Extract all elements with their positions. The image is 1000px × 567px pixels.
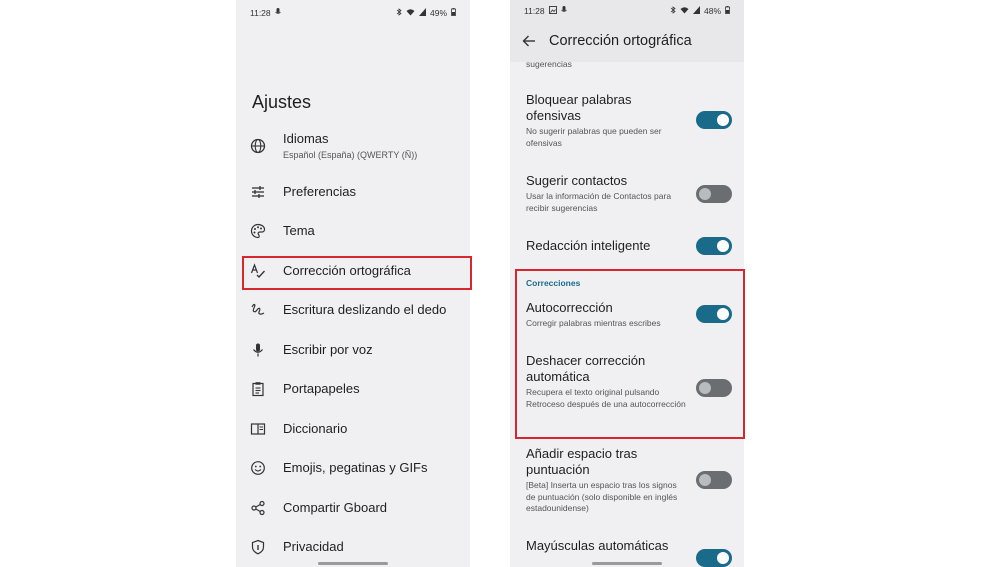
toggle-suggest-contacts[interactable]: [696, 185, 732, 203]
setting-suggest-contacts[interactable]: Sugerir contactos Usar la información de…: [526, 173, 686, 214]
status-bar: 11:28 48%: [510, 0, 744, 22]
shield-icon: [250, 539, 266, 555]
toggle-block-offensive[interactable]: [696, 111, 732, 129]
settings-item-label: Diccionario: [283, 421, 348, 436]
bluetooth-icon: [396, 8, 402, 18]
settings-item-languages[interactable]: Idiomas Español (España) (QWERTY (Ñ)): [236, 126, 470, 166]
sliders-icon: [250, 184, 266, 200]
settings-item-share[interactable]: Compartir Gboard: [236, 488, 470, 528]
settings-item-privacy[interactable]: Privacidad: [236, 527, 470, 567]
setting-desc: [Beta] Inserta un espacio tras los signo…: [526, 480, 678, 513]
settings-item-sub: Español (España) (QWERTY (Ñ)): [283, 150, 418, 160]
settings-item-label: Idiomas: [283, 131, 329, 146]
setting-title: Mayúsculas automáticas: [526, 538, 669, 553]
status-time: 11:28: [524, 6, 545, 16]
wifi-icon: [406, 8, 415, 18]
settings-item-label: Preferencias: [283, 184, 356, 199]
globe-icon: [250, 138, 266, 154]
battery-icon: [725, 6, 730, 16]
setting-title: Añadir espacio tras puntuación: [526, 446, 638, 477]
settings-item-preferences[interactable]: Preferencias: [236, 172, 470, 212]
setting-desc: No sugerir palabras que pueden ser ofens…: [526, 126, 662, 148]
highlight-box: [242, 256, 472, 290]
bluetooth-icon: [670, 6, 676, 16]
settings-item-dictionary[interactable]: Diccionario: [236, 409, 470, 449]
toggle-space-after-punctuation[interactable]: [696, 471, 732, 489]
battery-level: 48%: [703, 6, 721, 16]
book-icon: [250, 421, 266, 437]
settings-item-label: Emojis, pegatinas y GIFs: [283, 460, 428, 475]
signal-icon: [418, 8, 426, 18]
clipped-description: sugerencias: [526, 59, 572, 69]
mic-status-icon: [560, 6, 567, 16]
app-bar: Corrección ortográfica: [510, 22, 744, 62]
settings-item-clipboard[interactable]: Portapapeles: [236, 369, 470, 409]
image-status-icon: [548, 6, 557, 16]
highlight-box: [515, 269, 745, 439]
back-arrow-icon[interactable]: [522, 34, 536, 48]
settings-item-emoji[interactable]: Emojis, pegatinas y GIFs: [236, 448, 470, 488]
smiley-icon: [250, 460, 266, 476]
gesture-bar[interactable]: [318, 562, 388, 565]
settings-item-label: Privacidad: [283, 539, 344, 554]
clipboard-icon: [250, 381, 266, 397]
signal-icon: [692, 6, 700, 16]
settings-item-label: Compartir Gboard: [283, 500, 388, 515]
setting-title: Bloquear palabras ofensivas: [526, 92, 632, 123]
settings-item-label: Escribir por voz: [283, 342, 373, 357]
gesture-icon: [250, 302, 266, 318]
status-bar: 11:28 49%: [250, 7, 456, 19]
page-title: Corrección ortográfica: [549, 33, 692, 49]
settings-item-label: Tema: [283, 223, 315, 238]
toggle-smart-compose[interactable]: [696, 237, 732, 255]
share-icon: [250, 500, 266, 516]
setting-title: Redacción inteligente: [526, 238, 651, 253]
gesture-bar[interactable]: [592, 562, 662, 565]
setting-block-offensive[interactable]: Bloquear palabras ofensivas No sugerir p…: [526, 92, 686, 149]
setting-desc: Usar la información de Contactos para re…: [526, 191, 672, 213]
setting-title: Sugerir contactos: [526, 173, 628, 188]
page-title: Ajustes: [252, 92, 312, 112]
wifi-icon: [680, 6, 689, 16]
setting-auto-capitalization[interactable]: Mayúsculas automáticas: [526, 538, 686, 554]
battery-level: 49%: [429, 8, 447, 18]
settings-item-glide-typing[interactable]: Escritura deslizando el dedo: [236, 290, 470, 330]
setting-smart-compose[interactable]: Redacción inteligente: [526, 238, 686, 254]
palette-icon: [250, 223, 266, 239]
settings-item-theme[interactable]: Tema: [236, 211, 470, 251]
mic-icon: [250, 342, 266, 358]
battery-icon: [451, 8, 456, 18]
toggle-auto-capitalization[interactable]: [696, 549, 732, 567]
settings-item-label: Portapapeles: [283, 381, 360, 396]
settings-item-label: Escritura deslizando el dedo: [283, 302, 447, 317]
settings-item-voice-typing[interactable]: Escribir por voz: [236, 330, 470, 370]
status-time: 11:28: [250, 8, 271, 18]
mic-status-icon: [274, 8, 281, 18]
setting-space-after-punctuation[interactable]: Añadir espacio tras puntuación [Beta] In…: [526, 446, 686, 515]
